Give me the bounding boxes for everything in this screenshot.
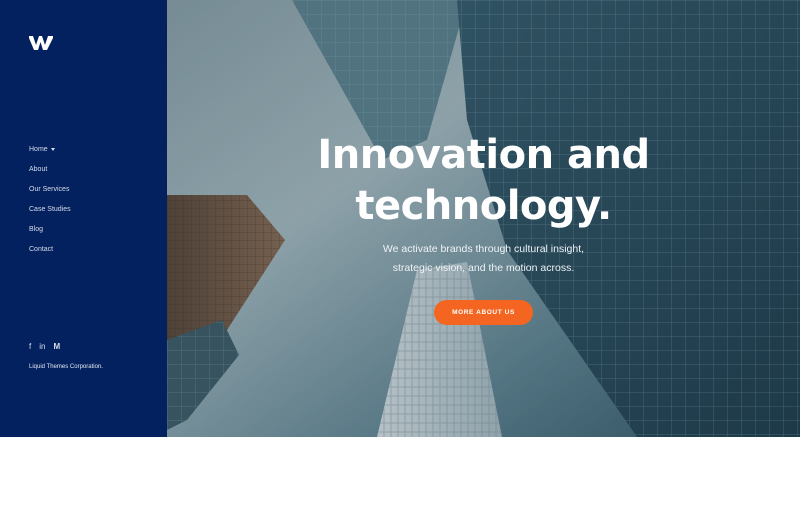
nav-item-label: Blog bbox=[29, 226, 44, 233]
nav-item-label: Contact bbox=[29, 246, 54, 253]
copyright-text: Liquid Themes Corporation. bbox=[29, 364, 103, 370]
headline-line-2: technology. bbox=[355, 183, 612, 229]
subtext-line-1: We activate brands through cultural insi… bbox=[382, 243, 585, 255]
medium-icon[interactable]: M bbox=[53, 342, 60, 352]
subtext-line-2: strategic vision, and the motion across. bbox=[392, 262, 575, 274]
nav-item-label: About bbox=[29, 166, 48, 173]
hero-section: Innovation and technology. We activate b… bbox=[167, 0, 800, 437]
nav-item-label: Home bbox=[29, 146, 48, 153]
headline-line-1: Innovation and bbox=[317, 132, 650, 178]
hero-subtext: We activate brands through cultural insi… bbox=[167, 240, 800, 278]
linkedin-icon[interactable]: in bbox=[39, 342, 45, 352]
nav-item-label: Case Studies bbox=[29, 206, 71, 213]
facebook-icon[interactable]: f bbox=[29, 342, 31, 352]
chevron-down-icon bbox=[50, 147, 55, 151]
social-links: f in M bbox=[29, 342, 60, 352]
more-about-us-button[interactable]: MORE ABOUT US bbox=[434, 300, 533, 325]
nav-item-about[interactable]: About bbox=[29, 164, 71, 184]
page: Home About Our Services Case Studies Blo… bbox=[0, 0, 800, 510]
sidebar-nav: Home About Our Services Case Studies Blo… bbox=[29, 144, 71, 264]
nav-item-contact[interactable]: Contact bbox=[29, 244, 71, 264]
nav-item-our-services[interactable]: Our Services bbox=[29, 184, 71, 204]
nav-item-case-studies[interactable]: Case Studies bbox=[29, 204, 71, 224]
hero-headline: Innovation and technology. bbox=[167, 130, 800, 232]
nav-item-label: Our Services bbox=[29, 186, 70, 193]
w-logo-icon[interactable] bbox=[29, 36, 53, 50]
sidebar: Home About Our Services Case Studies Blo… bbox=[0, 0, 167, 437]
nav-item-home[interactable]: Home bbox=[29, 144, 71, 164]
nav-item-blog[interactable]: Blog bbox=[29, 224, 71, 244]
